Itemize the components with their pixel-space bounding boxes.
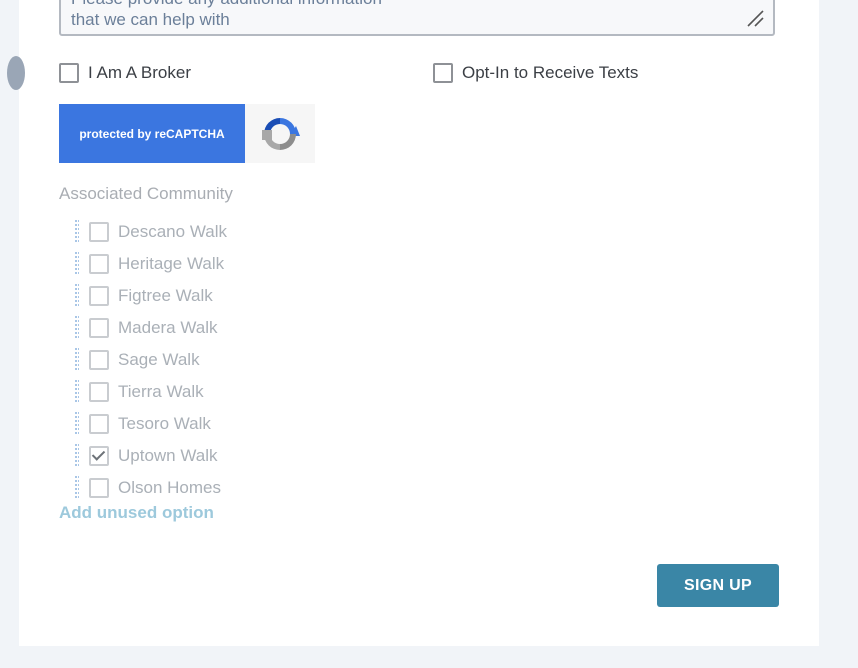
resize-handle-icon[interactable]	[745, 8, 765, 28]
community-item-figtree-walk[interactable]: Figtree Walk	[75, 280, 227, 312]
additional-info-textarea[interactable]: Please provide any additional informatio…	[59, 0, 775, 36]
recaptcha-logo-icon	[245, 104, 315, 163]
community-checkbox[interactable]	[89, 382, 109, 402]
community-checkbox[interactable]	[89, 318, 109, 338]
drag-handle-icon[interactable]	[75, 316, 79, 340]
drag-handle-icon[interactable]	[75, 412, 79, 436]
associated-community-title: Associated Community	[59, 184, 233, 203]
broker-checkbox-label: I Am A Broker	[88, 63, 191, 82]
community-checkbox[interactable]	[89, 478, 109, 498]
community-item-descano-walk[interactable]: Descano Walk	[75, 216, 227, 248]
community-checkbox[interactable]	[89, 350, 109, 370]
opt-in-checkbox-row[interactable]: Opt-In to Receive Texts	[433, 63, 638, 83]
community-item-madera-walk[interactable]: Madera Walk	[75, 312, 227, 344]
drag-handle-icon[interactable]	[75, 380, 79, 404]
community-label: Figtree Walk	[118, 286, 213, 305]
community-item-olson-homes[interactable]: Olson Homes	[75, 472, 227, 504]
community-checkbox[interactable]	[89, 414, 109, 434]
community-label: Heritage Walk	[118, 254, 225, 273]
community-label: Descano Walk	[118, 222, 227, 241]
drag-handle-icon[interactable]	[75, 444, 79, 468]
community-label: Tesoro Walk	[118, 414, 211, 433]
side-dot	[7, 56, 25, 90]
community-label: Sage Walk	[118, 350, 200, 369]
drag-handle-icon[interactable]	[75, 476, 79, 500]
textarea-line-1: Please provide any additional informatio…	[71, 0, 763, 9]
community-checkbox[interactable]	[89, 222, 109, 242]
community-list: Descano Walk Heritage Walk Figtree Walk …	[75, 216, 227, 504]
community-item-tesoro-walk[interactable]: Tesoro Walk	[75, 408, 227, 440]
community-label: Uptown Walk	[118, 446, 218, 465]
broker-checkbox[interactable]	[59, 63, 79, 83]
recaptcha-badge[interactable]: protected by reCAPTCHA	[59, 104, 315, 163]
community-checkbox-checked[interactable]	[89, 446, 109, 466]
recaptcha-label: protected by reCAPTCHA	[59, 104, 245, 163]
drag-handle-icon[interactable]	[75, 284, 79, 308]
broker-checkbox-row[interactable]: I Am A Broker	[59, 63, 191, 83]
add-unused-option-link[interactable]: Add unused option	[59, 503, 214, 523]
drag-handle-icon[interactable]	[75, 220, 79, 244]
opt-in-checkbox-label: Opt-In to Receive Texts	[462, 63, 639, 82]
opt-in-checkbox[interactable]	[433, 63, 453, 83]
textarea-line-2: that we can help with	[71, 10, 230, 29]
community-item-uptown-walk[interactable]: Uptown Walk	[75, 440, 227, 472]
community-label: Madera Walk	[118, 318, 218, 337]
community-label: Olson Homes	[118, 478, 221, 497]
sign-up-button[interactable]: SIGN UP	[657, 564, 779, 607]
drag-handle-icon[interactable]	[75, 348, 79, 372]
community-item-tierra-walk[interactable]: Tierra Walk	[75, 376, 227, 408]
community-item-heritage-walk[interactable]: Heritage Walk	[75, 248, 227, 280]
community-checkbox[interactable]	[89, 254, 109, 274]
community-item-sage-walk[interactable]: Sage Walk	[75, 344, 227, 376]
community-checkbox[interactable]	[89, 286, 109, 306]
community-label: Tierra Walk	[118, 382, 204, 401]
drag-handle-icon[interactable]	[75, 252, 79, 276]
